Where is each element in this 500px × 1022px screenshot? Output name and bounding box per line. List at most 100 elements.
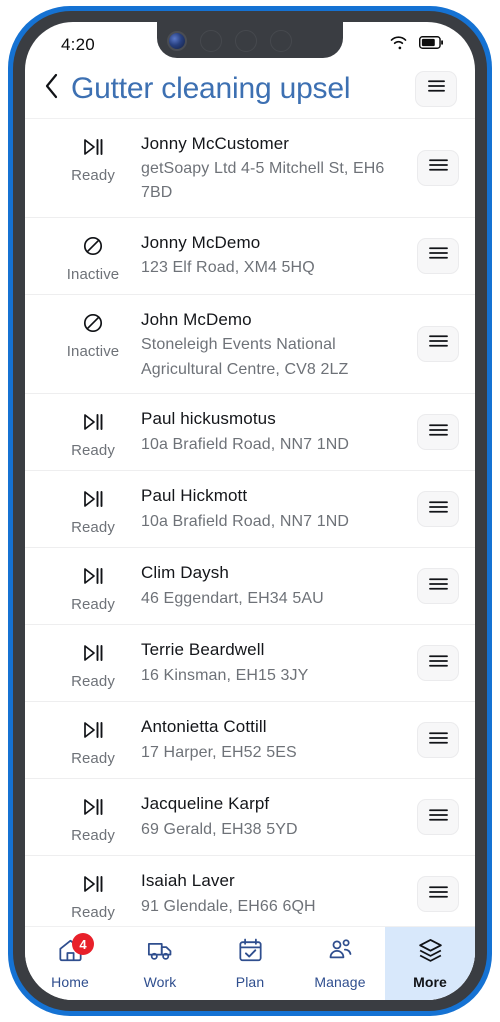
hamburger-menu-icon <box>428 577 448 596</box>
nav-item-home[interactable]: Home 4 <box>25 927 115 1000</box>
customer-row[interactable]: Ready Paul Hickmott 10a Brafield Road, NN7… <box>25 471 475 549</box>
nav-label: Plan <box>235 974 265 990</box>
customer-row[interactable]: Ready Jacqueline Karpf 69 Gerald, EH38 5YD <box>25 779 475 857</box>
customer-name: Jacqueline Karpf <box>141 794 270 814</box>
customer-info: Clim Daysh 46 Eggendart, EH34 5AU <box>141 559 417 611</box>
hamburger-menu-icon <box>428 158 448 177</box>
customer-info: Paul Hickmott 10a Brafield Road, NN7 1ND <box>141 482 417 534</box>
customer-info: Terrie Beardwell 16 Kinsman, EH15 3JY <box>141 636 417 688</box>
row-menu-button[interactable] <box>417 799 459 836</box>
row-menu-button[interactable] <box>417 325 459 362</box>
status-label: Inactive <box>66 265 120 283</box>
customer-info: Isaiah Laver 91 Glendale, EH66 6QH <box>141 867 417 919</box>
hamburger-menu-icon <box>428 654 448 673</box>
customer-info: Jonny McCustomer getSoapy Ltd 4-5 Mitchel… <box>141 130 417 206</box>
customer-name: Paul Hickmott <box>141 486 248 506</box>
customer-address: 10a Brafield Road, NN7 1ND <box>141 512 350 530</box>
row-menu-button[interactable] <box>417 876 459 913</box>
nav-label: Home <box>51 974 89 990</box>
play-pause-icon <box>80 641 106 670</box>
status-label: Ready <box>71 166 115 184</box>
row-menu-button[interactable] <box>417 722 459 759</box>
row-menu-button[interactable] <box>417 149 459 186</box>
header-menu-button[interactable] <box>415 70 457 107</box>
row-menu-button[interactable] <box>417 568 459 605</box>
customer-address: 16 Kinsman, EH15 3JY <box>141 666 309 684</box>
customer-address: 69 Gerald, EH38 5YD <box>141 820 298 838</box>
play-pause-icon <box>80 135 106 164</box>
back-button[interactable] <box>39 71 65 107</box>
customer-row[interactable]: Ready Terrie Beardwell 16 Kinsman, EH15 3J… <box>25 625 475 703</box>
customer-name: Isaiah Laver <box>141 871 235 891</box>
prohibited-icon <box>80 311 106 340</box>
row-menu-button[interactable] <box>417 414 459 451</box>
status-cell: Ready <box>45 713 141 767</box>
chevron-left-icon <box>44 73 60 104</box>
play-pause-icon <box>80 718 106 747</box>
customer-row[interactable]: Ready Isaiah Laver 91 Glendale, EH66 6QH <box>25 856 475 934</box>
customer-info: Jacqueline Karpf 69 Gerald, EH38 5YD <box>141 790 417 842</box>
nav-label: More <box>413 974 447 990</box>
phone-screen: 4:20 Gutter cleaning upsel Ready Jonny M… <box>25 22 475 1000</box>
customer-address: 10a Brafield Road, NN7 1ND <box>141 435 350 453</box>
app-header: Gutter cleaning upsel <box>25 68 475 118</box>
customer-info: John McDemo Stoneleigh Events National Ag… <box>141 306 417 382</box>
customer-row[interactable]: Ready Jonny McCustomer getSoapy Ltd 4-5 Mi… <box>25 119 475 218</box>
notification-badge: 4 <box>72 933 94 955</box>
hamburger-menu-icon <box>428 885 448 904</box>
status-label: Ready <box>71 904 115 922</box>
row-menu-button[interactable] <box>417 645 459 682</box>
phone-frame: 4:20 Gutter cleaning upsel Ready Jonny M… <box>8 6 492 1016</box>
customer-address: 91 Glendale, EH66 6QH <box>141 897 316 915</box>
status-cell: Ready <box>45 405 141 459</box>
customer-address: 123 Elf Road, XM4 5HQ <box>141 259 315 277</box>
prohibited-icon <box>80 234 106 263</box>
nav-item-plan[interactable]: Plan <box>205 927 295 1000</box>
nav-item-work[interactable]: Work <box>115 927 205 1000</box>
status-cell: Ready <box>45 867 141 921</box>
hamburger-menu-icon <box>428 246 448 265</box>
status-bar: 4:20 <box>25 22 475 68</box>
customer-list[interactable]: Ready Jonny McCustomer getSoapy Ltd 4-5 Mi… <box>25 118 475 949</box>
status-time: 4:20 <box>61 35 95 54</box>
status-label: Ready <box>71 442 115 460</box>
wifi-icon <box>389 35 408 55</box>
customer-info: Jonny McDemo 123 Elf Road, XM4 5HQ <box>141 229 417 281</box>
row-menu-button[interactable] <box>417 237 459 274</box>
customer-row[interactable]: Ready Clim Daysh 46 Eggendart, EH34 5AU <box>25 548 475 626</box>
status-label: Ready <box>71 827 115 845</box>
customer-row[interactable]: Inactive Jonny McDemo 123 Elf Road, XM4 5H… <box>25 218 475 295</box>
play-pause-icon <box>80 872 106 901</box>
nav-label: Work <box>143 974 177 990</box>
hamburger-menu-icon <box>428 334 448 353</box>
nav-item-manage[interactable]: Manage <box>295 927 385 1000</box>
customer-row[interactable]: Inactive John McDemo Stoneleigh Events Nat… <box>25 295 475 395</box>
nav-label: Manage <box>314 974 366 990</box>
customer-name: Antonietta Cottill <box>141 717 267 737</box>
customer-name: Terrie Beardwell <box>141 640 265 660</box>
hamburger-menu-icon <box>428 500 448 519</box>
battery-icon <box>419 36 443 54</box>
customer-address: 46 Eggendart, EH34 5AU <box>141 589 324 607</box>
status-label: Inactive <box>66 342 120 360</box>
row-menu-button[interactable] <box>417 491 459 528</box>
status-cell: Ready <box>45 559 141 613</box>
play-pause-icon <box>80 795 106 824</box>
status-label: Ready <box>71 750 115 768</box>
customer-row[interactable]: Ready Paul hickusmotus 10a Brafield Road, … <box>25 394 475 472</box>
status-cell: Ready <box>45 636 141 690</box>
bottom-navigation[interactable]: Home 4 Work Plan Manage More <box>25 926 475 1000</box>
status-cell: Ready <box>45 482 141 536</box>
customer-address: getSoapy Ltd 4-5 Mitchell St, EH6 7BD <box>141 160 385 202</box>
truck-icon <box>147 937 174 969</box>
play-pause-icon <box>80 410 106 439</box>
people-group-icon <box>327 937 354 969</box>
status-label: Ready <box>71 519 115 537</box>
customer-row[interactable]: Ready Antonietta Cottill 17 Harper, EH52 5… <box>25 702 475 780</box>
status-cell: Inactive <box>45 229 141 283</box>
play-pause-icon <box>80 564 106 593</box>
status-cell: Ready <box>45 130 141 184</box>
customer-name: Jonny McDemo <box>141 232 261 252</box>
customer-name: John McDemo <box>141 309 252 329</box>
nav-item-more[interactable]: More <box>385 927 475 1000</box>
